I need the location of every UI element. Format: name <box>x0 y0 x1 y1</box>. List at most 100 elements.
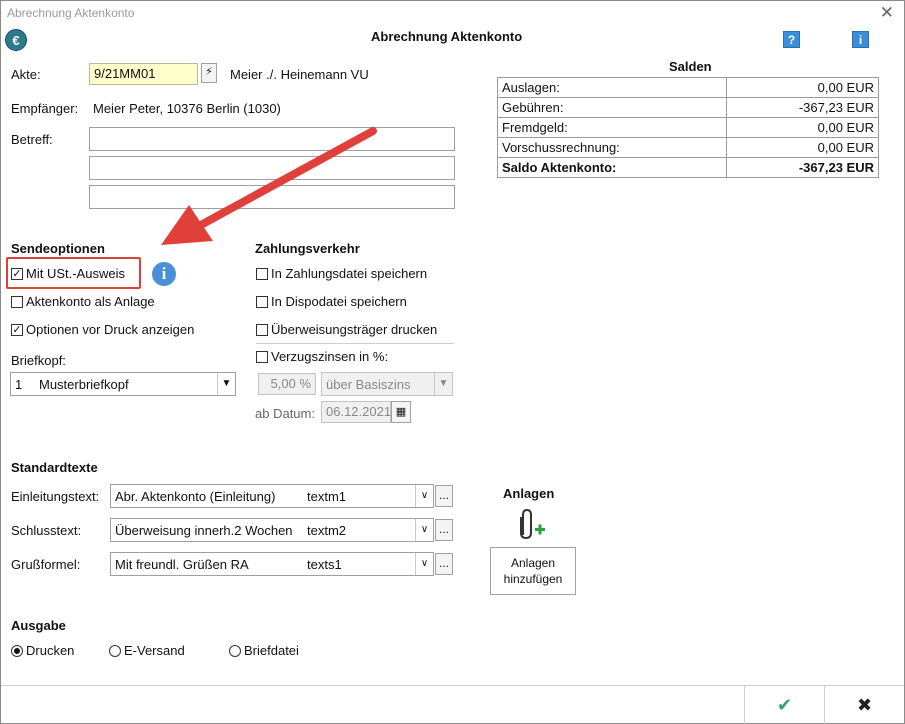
chevron-down-icon[interactable]: ∨ <box>415 553 433 575</box>
gruss-dots-button[interactable]: ... <box>435 553 453 575</box>
einleitung-dots-button[interactable]: ... <box>435 485 453 507</box>
salden-value: 0,00 EUR <box>726 117 879 138</box>
dispodatei-checkbox[interactable]: In Dispodatei speichern <box>256 294 407 309</box>
ok-check-icon[interactable]: ✔ <box>744 686 824 724</box>
akte-label: Akte: <box>11 67 41 82</box>
info-circle-icon[interactable]: i <box>152 262 176 286</box>
checkbox-icon <box>11 295 23 308</box>
zahlungsdatei-checkbox[interactable]: In Zahlungsdatei speichern <box>256 266 427 281</box>
empfaenger-label: Empfänger: <box>11 101 79 116</box>
radio-selected-icon <box>11 644 23 657</box>
dialog-window: Abrechnung Aktenkonto ✕ € Abrechnung Akt… <box>0 0 905 724</box>
briefkopf-select[interactable]: 1 Musterbriefkopf ▼ <box>10 372 236 396</box>
ausgabe-radio-eversand[interactable]: E-Versand <box>109 643 185 658</box>
separator <box>256 343 454 344</box>
einleitung-label: Einleitungstext: <box>11 489 100 504</box>
verzugszinsen-checkbox[interactable]: Verzugszinsen in %: <box>256 349 388 364</box>
aktenkonto-anlage-checkbox[interactable]: Aktenkonto als Anlage <box>11 294 155 309</box>
einleitung-code: textm1 <box>307 489 347 504</box>
checkbox-icon <box>256 323 268 336</box>
aktenkonto-anlage-label: Aktenkonto als Anlage <box>26 294 155 309</box>
gruss-value: Mit freundl. Grüßen RA <box>115 557 249 572</box>
chevron-down-icon[interactable]: ∨ <box>415 519 433 541</box>
ausgabe-radio-drucken[interactable]: Drucken <box>11 643 74 658</box>
salden-value: 0,00 EUR <box>726 77 879 98</box>
table-row: Auslagen: 0,00 EUR <box>497 77 879 98</box>
optionen-druck-checkbox[interactable]: ✓ Optionen vor Druck anzeigen <box>11 322 194 337</box>
optionen-druck-label: Optionen vor Druck anzeigen <box>26 322 195 337</box>
radio-icon <box>229 644 241 657</box>
ueberweisung-label: Überweisungsträger drucken <box>271 322 438 337</box>
salden-value: -367,23 EUR <box>726 97 879 118</box>
gruss-label: Grußformel: <box>11 557 81 572</box>
titlebar: Abrechnung Aktenkonto ✕ <box>1 1 904 27</box>
gruss-select[interactable]: Mit freundl. Grüßen RA texts1 ∨ <box>110 552 434 576</box>
schluss-select[interactable]: Überweisung innerh.2 Wochen textm2 ∨ <box>110 518 434 542</box>
briefkopf-value: Musterbriefkopf <box>39 377 129 392</box>
anlagen-button-line2: hinzufügen <box>503 572 563 586</box>
anlagen-button-line1: Anlagen <box>510 556 556 570</box>
ausgabe-label: Drucken <box>26 643 75 658</box>
salden-title: Salden <box>669 59 712 74</box>
checkbox-icon <box>256 267 268 280</box>
ausgabe-label: E-Versand <box>124 643 185 658</box>
help-icon[interactable]: ? <box>783 31 800 48</box>
zahlungsdatei-label: In Zahlungsdatei speichern <box>271 266 428 281</box>
table-row: Vorschussrechnung: 0,00 EUR <box>497 137 879 158</box>
standardtexte-title: Standardtexte <box>11 460 98 475</box>
table-row: Fremdgeld: 0,00 EUR <box>497 117 879 138</box>
einleitung-value: Abr. Aktenkonto (Einleitung) <box>115 489 276 504</box>
ausgabe-label: Briefdatei <box>244 643 299 658</box>
sendeoptionen-title: Sendeoptionen <box>11 241 105 256</box>
close-icon[interactable]: ✕ <box>880 3 894 23</box>
mit-ust-label: Mit USt.-Ausweis <box>26 266 125 281</box>
zins-basis-select[interactable]: über Basiszins ▼ <box>321 372 453 396</box>
salden-total-label: Saldo Aktenkonto: <box>497 157 727 178</box>
salden-label: Auslagen: <box>497 77 727 98</box>
table-row: Gebühren: -367,23 EUR <box>497 97 879 118</box>
checkbox-icon <box>256 350 268 363</box>
dispodatei-label: In Dispodatei speichern <box>271 294 407 309</box>
anlagen-hinzufuegen-button[interactable]: Anlagen hinzufügen <box>490 547 576 595</box>
chevron-down-icon[interactable]: ▼ <box>434 373 452 395</box>
checkbox-checked-icon: ✓ <box>11 267 23 280</box>
paperclip-add-icon <box>520 508 545 540</box>
ausgabe-radio-briefdatei[interactable]: Briefdatei <box>229 643 299 658</box>
table-row-total: Saldo Aktenkonto: -367,23 EUR <box>497 157 879 178</box>
gruss-code: texts1 <box>307 557 342 572</box>
akte-input[interactable]: 9/21MM01 <box>89 63 198 85</box>
verzugszinsen-label: Verzugszinsen in %: <box>271 349 389 364</box>
zins-basis-value: über Basiszins <box>326 377 411 392</box>
ueberweisung-checkbox[interactable]: Überweisungsträger drucken <box>256 322 437 337</box>
mit-ust-checkbox[interactable]: ✓ Mit USt.-Ausweis <box>11 266 125 281</box>
salden-label: Vorschussrechnung: <box>497 137 727 158</box>
footer: ✔ ✖ <box>1 685 904 724</box>
betreff-label: Betreff: <box>11 132 53 147</box>
schluss-value: Überweisung innerh.2 Wochen <box>115 523 293 538</box>
info-icon[interactable]: i <box>852 31 869 48</box>
salden-label: Gebühren: <box>497 97 727 118</box>
chevron-down-icon[interactable]: ▼ <box>217 373 235 395</box>
ausgabe-title: Ausgabe <box>11 618 66 633</box>
annotation-arrow-icon <box>161 127 377 245</box>
schluss-label: Schlusstext: <box>11 523 82 538</box>
calendar-icon[interactable]: ▦ <box>391 401 411 423</box>
ab-datum-label: ab Datum: <box>255 406 315 421</box>
schluss-dots-button[interactable]: ... <box>435 519 453 541</box>
einleitung-select[interactable]: Abr. Aktenkonto (Einleitung) textm1 ∨ <box>110 484 434 508</box>
cancel-x-icon[interactable]: ✖ <box>824 686 904 724</box>
ab-datum-input[interactable]: 06.12.2021 <box>321 401 391 423</box>
salden-total-value: -367,23 EUR <box>726 157 879 178</box>
akte-lightning-icon[interactable]: ⚡ <box>201 63 217 83</box>
salden-value: 0,00 EUR <box>726 137 879 158</box>
zins-input[interactable]: 5,00 % <box>258 373 316 395</box>
radio-icon <box>109 644 121 657</box>
chevron-down-icon[interactable]: ∨ <box>415 485 433 507</box>
checkbox-checked-icon: ✓ <box>11 323 23 336</box>
salden-label: Fremdgeld: <box>497 117 727 138</box>
dialog-title: Abrechnung Aktenkonto <box>371 29 523 44</box>
anlagen-title: Anlagen <box>503 486 555 501</box>
briefkopf-number: 1 <box>15 377 23 392</box>
briefkopf-label: Briefkopf: <box>11 353 66 368</box>
euro-app-icon: € <box>5 29 27 51</box>
